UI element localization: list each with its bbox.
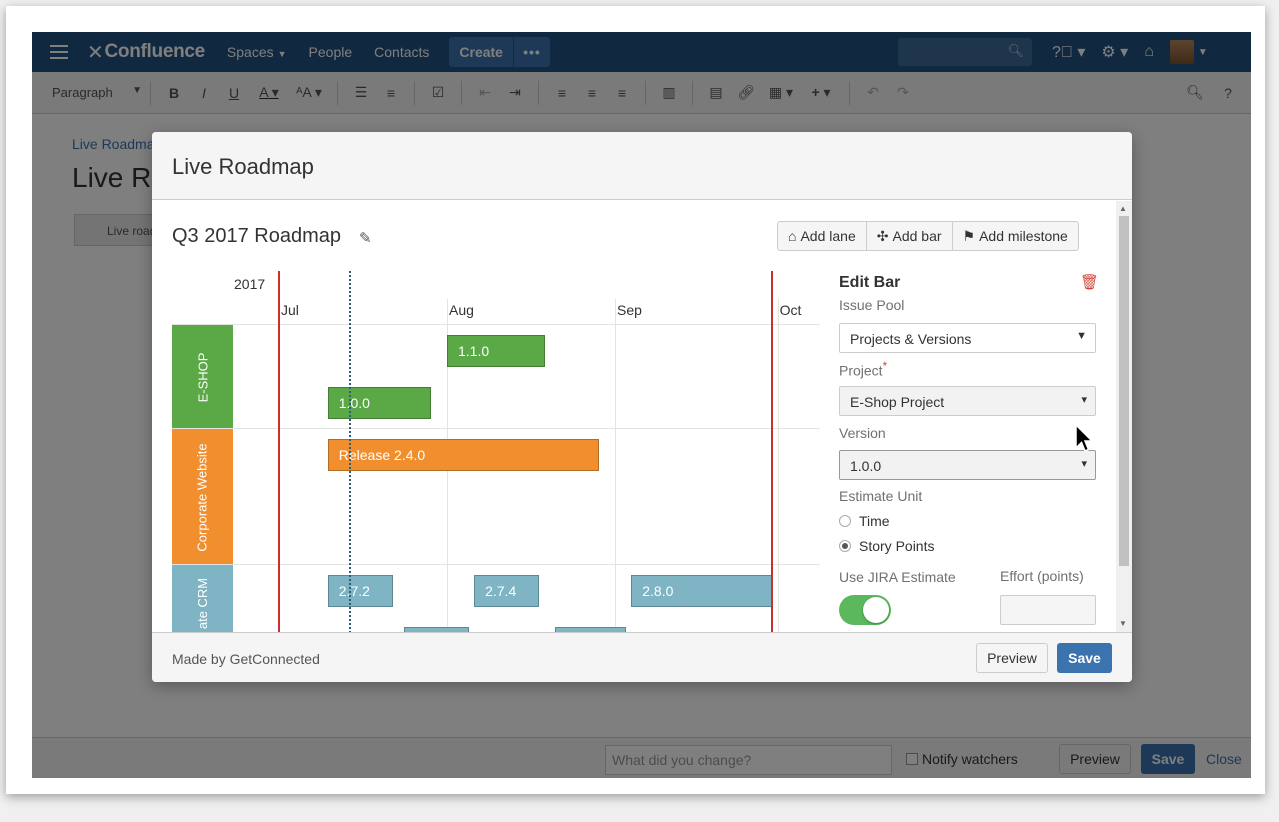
use-jira-label: Use JIRA Estimate [839,569,956,585]
scroll-up-icon[interactable]: ▲ [1119,204,1127,213]
project-label: Project* [839,360,887,379]
caret-down-icon: ▾ [1081,458,1087,470]
issue-pool-select[interactable]: Projects & Versions ▼ [839,323,1096,353]
radio-button-selected[interactable] [839,540,851,552]
dialog-title: Live Roadmap [172,154,314,179]
roadmap-bar[interactable]: 1.1.0 [447,335,545,367]
trash-icon[interactable]: 🗑︎ [1080,273,1099,291]
scroll-down-icon[interactable]: ▼ [1119,619,1127,628]
roadmap-title[interactable]: Q3 2017 Roadmap [172,225,341,248]
today-marker [349,271,352,632]
radio-time[interactable]: Time [839,513,890,529]
add-bar-button[interactable]: ✣ Add bar [867,222,953,250]
month-label: Sep [617,302,642,318]
month-gridline [777,299,779,632]
issue-pool-label: Issue Pool [839,297,905,313]
dialog-preview-button[interactable]: Preview [976,643,1048,673]
lane-divider [172,428,820,429]
add-lane-label: Add lane [800,228,856,244]
project-label-text: Project [839,362,883,379]
lane-label[interactable]: E-SHOP [172,325,233,429]
roadmap-bar[interactable]: 2.7.2 [327,575,393,607]
roadmap-bar[interactable]: 2.8.0 [631,575,773,607]
version-value: 1.0.0 [850,458,882,474]
roadmap-actions: ⌂ Add lane ✣ Add bar ⚑ Add milestone [777,221,1079,251]
milestone-icon: ⚑ [962,227,976,244]
add-lane-button[interactable]: ⌂ Add lane [778,222,867,250]
version-label: Version [839,425,886,441]
estimate-unit-label: Estimate Unit [839,488,923,504]
inbox-icon: ⌂ [788,228,797,244]
month-label: Aug [449,302,474,318]
toggle-knob [863,597,889,623]
live-roadmap-dialog: Live Roadmap Q3 2017 Roadmap ✎ ⌂ Add lan… [152,132,1132,682]
use-jira-toggle[interactable] [839,595,891,625]
lane-divider [172,564,820,565]
pencil-icon[interactable]: ✎ [359,229,372,247]
lane-label[interactable]: ate CRM [172,565,233,632]
lane-name: E-SHOP [195,352,210,402]
boundary-marker [771,271,774,632]
add-milestone-button[interactable]: ⚑ Add milestone [953,222,1078,250]
version-select[interactable]: 1.0.0 ▾ [839,450,1096,480]
lane-divider [172,324,820,325]
lane-name: Corporate Website [195,442,210,552]
caret-down-icon: ▾ [1081,394,1087,406]
lane-label[interactable]: Corporate Website [172,429,233,565]
chevron-down-icon: ▼ [1076,330,1087,342]
effort-input[interactable] [1000,595,1096,625]
issue-pool-value: Projects & Versions [850,331,972,347]
roadmap-timeline: 2017 Jul Aug Sep Oct E-SHOP Corporate Website a… [172,271,820,632]
project-select[interactable]: E-Shop Project ▾ [839,386,1096,416]
add-bar-label: Add bar [892,228,942,244]
add-milestone-label: Add milestone [979,228,1068,244]
year-label: 2017 [234,276,266,292]
project-value: E-Shop Project [850,394,945,410]
dialog-scrollbar[interactable]: ▲ ▼ [1116,201,1132,632]
radio-time-label: Time [859,513,890,529]
edit-bar-title: Edit Bar [839,274,901,291]
radio-button[interactable] [839,515,851,527]
month-gridline [615,299,616,632]
radio-story-points-label: Story Points [859,538,935,554]
confluence-screen: ✕ Confluence Spaces▼ People Contacts Cre… [32,32,1251,778]
roadmap-bar[interactable]: 1.0.0 [327,387,431,419]
mouse-cursor-icon [1075,424,1094,452]
dialog-save-button[interactable]: Save [1057,643,1112,673]
effort-label: Effort (points) [1000,568,1084,584]
dialog-header: Live Roadmap [152,132,1132,200]
made-by-text: Made by GetConnected [172,651,320,667]
roadmap-bar[interactable]: Release 2.4.0 [327,439,599,471]
bar-icon: ✣ [876,227,889,244]
month-label: Oct [779,302,802,318]
roadmap-bar[interactable]: 2.7.4 [474,575,540,607]
lane-name: ate CRM [194,577,210,629]
boundary-marker [278,271,280,632]
radio-story-points[interactable]: Story Points [839,538,934,554]
dialog-footer: Made by GetConnected Preview Save [152,632,1132,682]
scrollbar-thumb[interactable] [1119,216,1129,566]
window-frame: ✕ Confluence Spaces▼ People Contacts Cre… [6,6,1265,794]
month-label: Jul [281,302,299,318]
dialog-body: Q3 2017 Roadmap ✎ ⌂ Add lane ✣ Add bar ⚑… [152,201,1132,632]
required-marker: * [882,360,888,373]
